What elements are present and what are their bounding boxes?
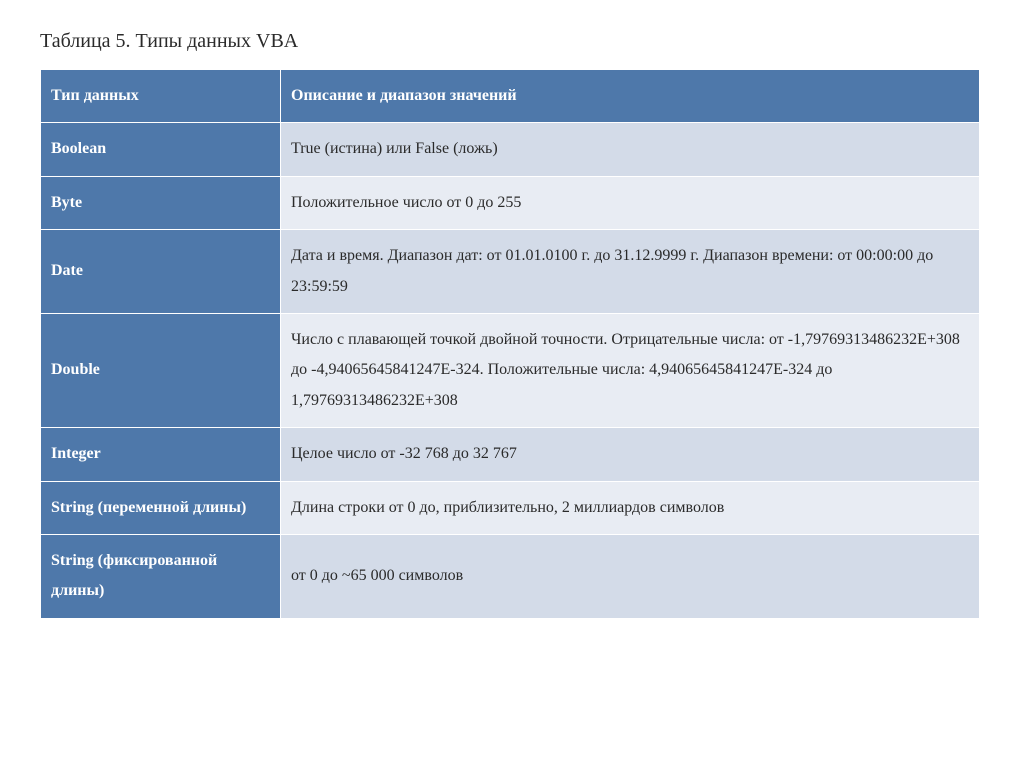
cell-type: Double [41,313,281,427]
header-description: Описание и диапазон значений [281,70,980,123]
table-row: Integer Целое число от -32 768 до 32 767 [41,428,980,481]
table-row: Date Дата и время. Диапазон дат: от 01.0… [41,230,980,314]
cell-type: Integer [41,428,281,481]
table-row: String (переменной длины) Длина строки о… [41,481,980,534]
cell-type: Byte [41,176,281,229]
table-header-row: Тип данных Описание и диапазон значений [41,70,980,123]
header-type: Тип данных [41,70,281,123]
cell-type: String (фиксированной длины) [41,534,281,618]
cell-description: от 0 до ~65 000 символов [281,534,980,618]
cell-type: Date [41,230,281,314]
data-types-table: Тип данных Описание и диапазон значений … [40,69,980,619]
table-row: String (фиксированной длины) от 0 до ~65… [41,534,980,618]
cell-description: Положительное число от 0 до 255 [281,176,980,229]
cell-description: True (истина) или False (ложь) [281,123,980,176]
cell-description: Длина строки от 0 до, приблизительно, 2 … [281,481,980,534]
cell-description: Дата и время. Диапазон дат: от 01.01.010… [281,230,980,314]
cell-type: Boolean [41,123,281,176]
cell-type: String (переменной длины) [41,481,281,534]
table-caption: Таблица 5. Типы данных VBA [40,30,984,53]
table-row: Boolean True (истина) или False (ложь) [41,123,980,176]
cell-description: Число с плавающей точкой двойной точност… [281,313,980,427]
cell-description: Целое число от -32 768 до 32 767 [281,428,980,481]
table-row: Byte Положительное число от 0 до 255 [41,176,980,229]
table-row: Double Число с плавающей точкой двойной … [41,313,980,427]
